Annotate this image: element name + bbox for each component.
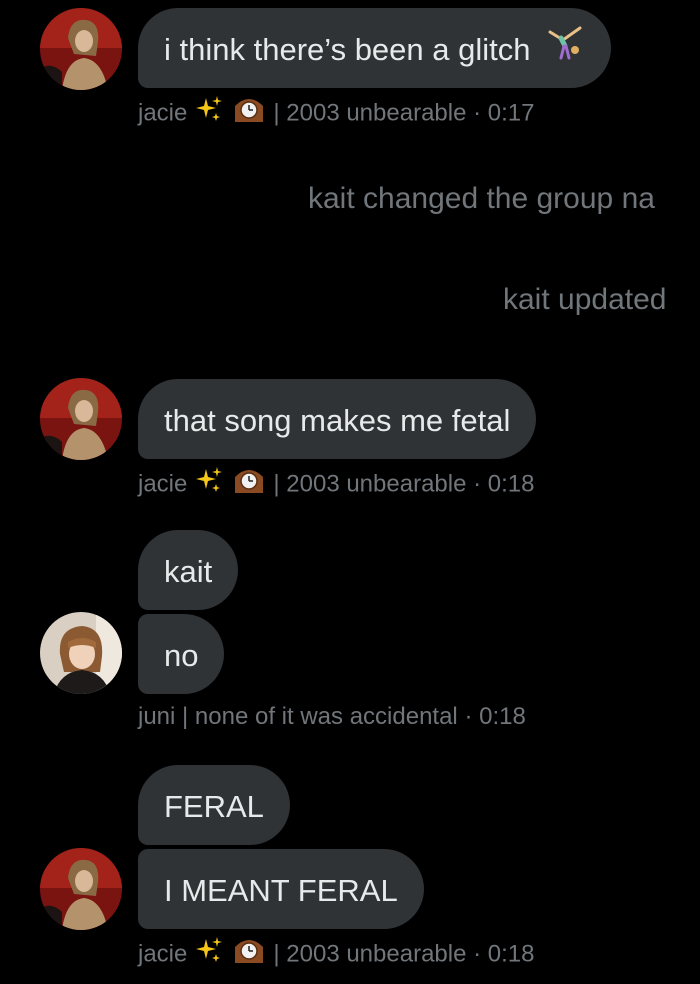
message-meta: jacie | 2003 unbearable · 0:17 xyxy=(138,94,535,128)
message-text: that song makes me fetal xyxy=(164,403,511,439)
sender-name[interactable]: jacie xyxy=(138,940,187,967)
message-meta: jacie | 2003 unbearable · 0:18 xyxy=(138,935,535,969)
sparkles-icon xyxy=(194,935,224,975)
cartwheel-emoji xyxy=(547,10,585,90)
system-event-group-name: kait changed the group na xyxy=(308,182,655,215)
sender-name[interactable]: jacie xyxy=(138,99,187,126)
message-bubble[interactable]: that song makes me fetal xyxy=(138,379,537,459)
message-meta: juni | none of it was accidental · 0:18 xyxy=(138,700,526,734)
clock-icon xyxy=(231,465,267,505)
message-bubble[interactable]: no xyxy=(138,614,225,694)
message-text: kait xyxy=(164,554,213,590)
sparkles-icon xyxy=(194,465,224,505)
avatar-jacie[interactable] xyxy=(40,8,122,90)
timestamp: · 0:18 xyxy=(464,703,526,730)
message-bubble[interactable]: FERAL xyxy=(138,765,290,845)
message-text: no xyxy=(164,638,199,674)
message-meta: jacie | 2003 unbearable · 0:18 xyxy=(138,465,535,499)
message-bubble[interactable]: i think there’s been a glitch xyxy=(138,8,612,90)
message-bubble[interactable]: I MEANT FERAL xyxy=(138,849,424,929)
system-event-group-photo: kait updated xyxy=(503,283,667,316)
avatar-jacie[interactable] xyxy=(40,378,122,460)
sender-name[interactable]: jacie xyxy=(138,470,187,497)
timestamp: · 0:18 xyxy=(473,940,535,968)
avatar-juni[interactable] xyxy=(40,612,122,694)
sender-bio: | 2003 unbearable xyxy=(273,99,467,127)
sender-meta[interactable]: juni | none of it was accidental xyxy=(138,703,458,730)
timestamp: · 0:18 xyxy=(473,470,535,498)
message-text: FERAL xyxy=(164,789,264,825)
clock-icon xyxy=(231,935,267,975)
sender-bio: | 2003 unbearable xyxy=(273,470,467,498)
message-bubble[interactable]: kait xyxy=(138,530,239,610)
clock-icon xyxy=(231,94,267,134)
sender-bio: | 2003 unbearable xyxy=(273,940,467,968)
avatar-jacie[interactable] xyxy=(40,848,122,930)
message-text: I MEANT FERAL xyxy=(164,873,398,909)
sparkles-icon xyxy=(194,94,224,134)
timestamp: · 0:17 xyxy=(473,99,535,127)
message-text: i think there’s been a glitch xyxy=(164,32,531,68)
